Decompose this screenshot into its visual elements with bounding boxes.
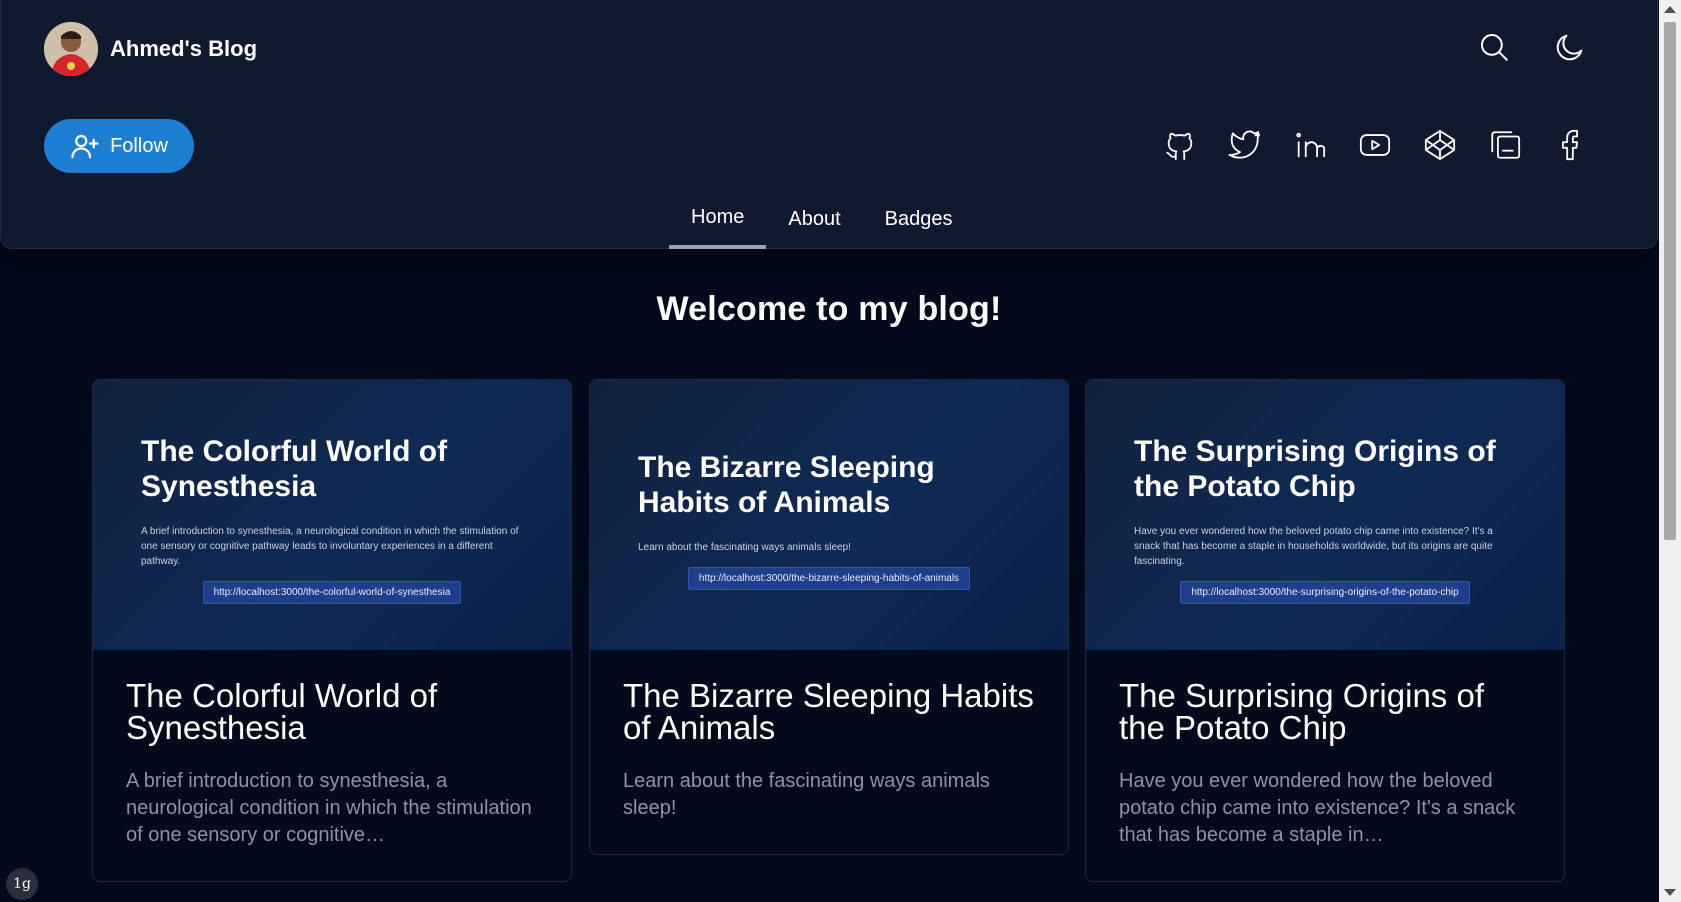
cover-title: The Surprising Origins of the Potato Chi… [1134, 435, 1496, 503]
avatar[interactable] [44, 22, 98, 76]
facebook-icon[interactable] [1553, 128, 1587, 162]
tab-badges[interactable]: Badges [863, 198, 975, 249]
top-actions [1477, 30, 1587, 64]
moon-icon[interactable] [1553, 30, 1587, 64]
post-cover: The Bizarre Sleeping Habits of Animals L… [590, 380, 1068, 650]
cover-link: http://localhost:3000/the-bizarre-sleepi… [687, 567, 971, 590]
search-icon[interactable] [1477, 30, 1511, 64]
follow-label: Follow [110, 134, 168, 157]
post-excerpt: A brief introduction to synesthesia, a n… [126, 770, 532, 846]
post-title[interactable]: The Surprising Origins of the Potato Chi… [1119, 679, 1531, 744]
post-card[interactable]: The Colorful World of Synesthesia A brie… [92, 379, 572, 882]
post-excerpt: Learn about the fascinating ways animals… [623, 770, 990, 819]
cover-title: The Bizarre Sleeping Habits of Animals [638, 451, 935, 519]
tab-home[interactable]: Home [669, 198, 767, 249]
post-body: The Colorful World of Synesthesia A brie… [93, 650, 571, 881]
post-body: The Bizarre Sleeping Habits of Animals L… [590, 650, 1068, 854]
cover-link: http://localhost:3000/the-surprising-ori… [1180, 581, 1470, 604]
post-title[interactable]: The Colorful World of Synesthesia [126, 679, 538, 744]
page-scrollbar[interactable] [1659, 0, 1681, 902]
youtube-icon[interactable] [1358, 128, 1392, 162]
avatar-photo [44, 22, 98, 76]
scrollbar-thumb[interactable] [1664, 22, 1676, 540]
social-links [1163, 128, 1587, 162]
post-title[interactable]: The Bizarre Sleeping Habits of Animals [623, 679, 1035, 744]
cover-description: A brief introduction to synesthesia, a n… [141, 526, 519, 567]
github-icon[interactable] [1163, 128, 1197, 162]
cover-description: Learn about the fascinating ways animals… [638, 542, 851, 553]
nav-tabs: Home About Badges [669, 198, 974, 249]
follow-button[interactable]: Follow [44, 119, 194, 173]
blog-pages-icon[interactable] [1488, 128, 1522, 162]
brand[interactable]: Ahmed's Blog [44, 22, 257, 76]
post-cover: The Surprising Origins of the Potato Chi… [1086, 380, 1564, 650]
post-cover: The Colorful World of Synesthesia A brie… [93, 380, 571, 650]
post-excerpt: Have you ever wondered how the beloved p… [1119, 770, 1516, 846]
user-plus-icon [71, 134, 99, 159]
codepen-icon[interactable] [1423, 128, 1457, 162]
post-card[interactable]: The Bizarre Sleeping Habits of Animals L… [589, 379, 1069, 855]
cover-link: http://localhost:3000/the-colorful-world… [202, 581, 462, 604]
scroll-up-arrow[interactable] [1664, 6, 1676, 13]
blog-header: Ahmed's Blog Follow Home About Badges [0, 0, 1658, 249]
post-card[interactable]: The Surprising Origins of the Potato Chi… [1085, 379, 1565, 882]
linkedin-icon[interactable] [1293, 128, 1327, 162]
cover-title: The Colorful World of Synesthesia [141, 435, 448, 503]
cover-description: Have you ever wondered how the beloved p… [1134, 526, 1493, 567]
tab-about[interactable]: About [766, 198, 862, 249]
scroll-down-arrow[interactable] [1664, 889, 1676, 896]
blog-name[interactable]: Ahmed's Blog [110, 36, 257, 62]
post-body: The Surprising Origins of the Potato Chi… [1086, 650, 1564, 881]
twitter-icon[interactable] [1228, 128, 1262, 162]
language-badge[interactable]: 1g [6, 868, 38, 900]
welcome-heading: Welcome to my blog! [656, 290, 1002, 328]
